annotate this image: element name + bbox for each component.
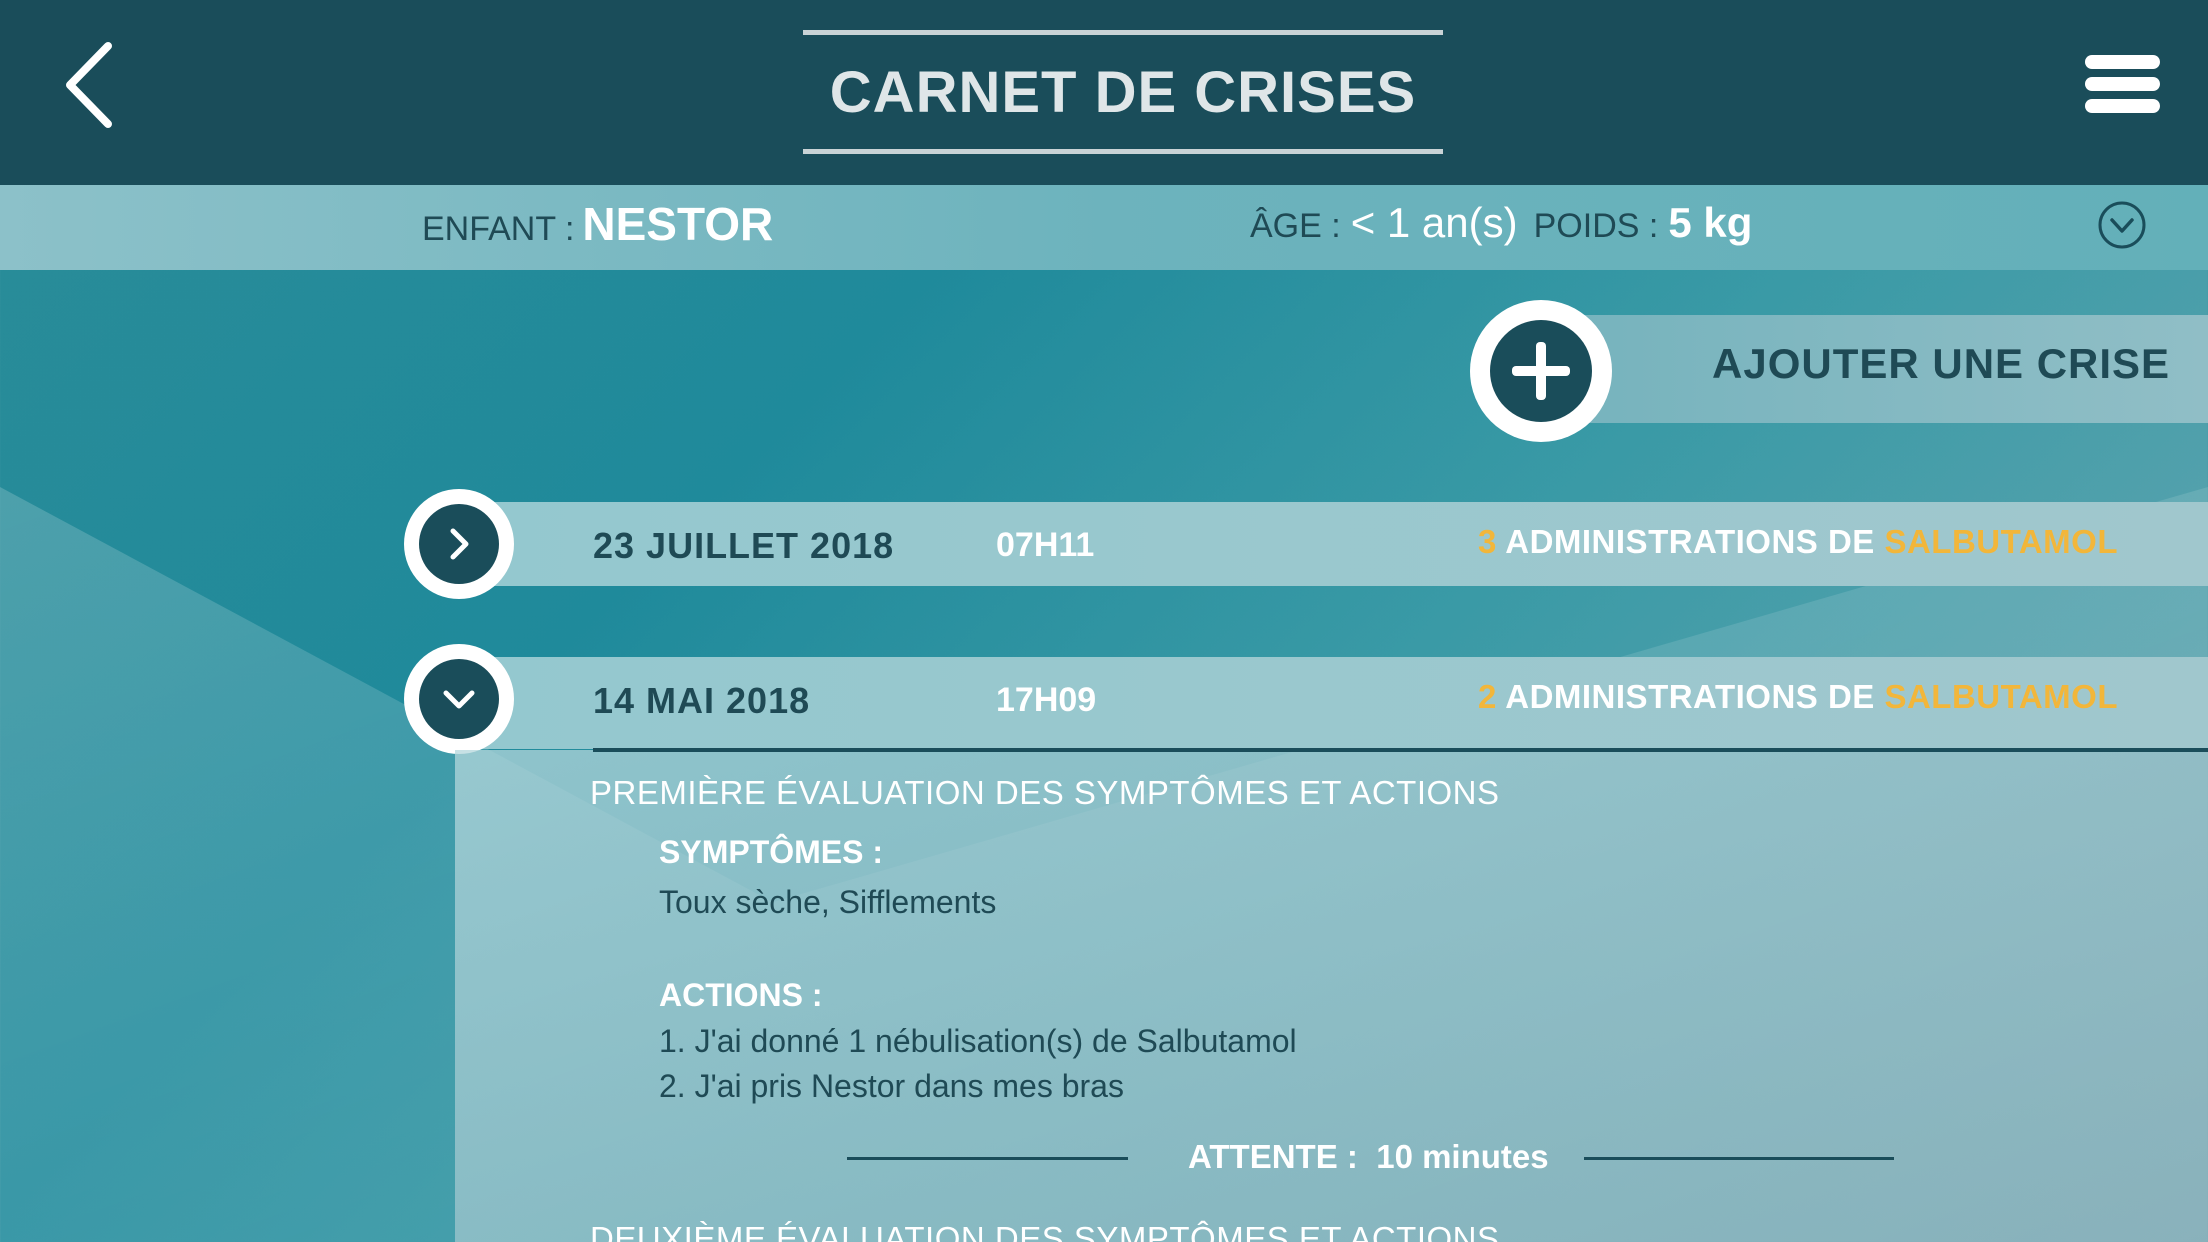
second-evaluation-title: DEUXIÈME ÉVALUATION DES SYMPTÔMES ET ACT… xyxy=(590,1220,1500,1242)
symptoms-label: SYMPTÔMES : xyxy=(659,834,884,870)
plus-circle-icon xyxy=(1490,320,1592,422)
chevron-right-icon xyxy=(450,528,469,560)
chevron-down-icon xyxy=(443,690,475,709)
age-weight-group: ÂGE : < 1 an(s) POIDS : 5 kg xyxy=(1250,199,1752,247)
wait-label: ATTENTE : xyxy=(1188,1138,1358,1175)
wait-info: ATTENTE : 10 minutes xyxy=(1188,1138,1549,1176)
expand-crisis-1-button[interactable] xyxy=(404,489,514,599)
actions-label: ACTIONS : xyxy=(659,977,823,1013)
child-name: NESTOR xyxy=(582,198,774,250)
crisis-administrations: 2 ADMINISTRATIONS DE SALBUTAMOL xyxy=(1478,678,2118,716)
crisis-time: 07H11 xyxy=(996,526,1095,564)
symptoms-value: Toux sèche, Sifflements xyxy=(659,884,997,920)
weight-label: POIDS : xyxy=(1533,207,1659,245)
age-value: < 1 an(s) xyxy=(1350,199,1518,246)
divider xyxy=(593,748,2208,752)
add-crisis-label[interactable]: AJOUTER UNE CRISE xyxy=(1712,340,2170,388)
wait-divider-right xyxy=(1584,1157,1894,1160)
crisis-date: 23 JUILLET 2018 xyxy=(593,525,895,566)
wait-divider-left xyxy=(847,1157,1128,1160)
administration-count: 2 xyxy=(1477,678,1497,715)
weight-value: 5 kg xyxy=(1668,199,1753,246)
child-name-group: ENFANT : NESTOR xyxy=(422,197,773,251)
drug-name: SALBUTAMOL xyxy=(1884,678,2118,715)
child-label: ENFANT : xyxy=(422,210,575,248)
back-button[interactable] xyxy=(50,35,130,135)
drug-name: SALBUTAMOL xyxy=(1884,523,2118,560)
menu-button[interactable] xyxy=(2085,55,2160,113)
chevron-left-icon xyxy=(66,42,112,128)
collapse-crisis-2-button[interactable] xyxy=(404,644,514,754)
page-title: CARNET DE CRISES xyxy=(803,30,1443,154)
action-item: 1. J'ai donné 1 nébulisation(s) de Salbu… xyxy=(659,1023,1297,1059)
app-header: CARNET DE CRISES xyxy=(0,0,2208,185)
crisis-date: 14 MAI 2018 xyxy=(593,680,811,721)
action-item: 2. J'ai pris Nestor dans mes bras xyxy=(659,1068,1124,1104)
crisis-time: 17H09 xyxy=(996,681,1097,719)
page-title-text: CARNET DE CRISES xyxy=(829,59,1417,125)
crisis-administrations: 3 ADMINISTRATIONS DE SALBUTAMOL xyxy=(1478,523,2118,561)
child-dropdown-button[interactable] xyxy=(2097,200,2147,250)
add-crisis-button[interactable] xyxy=(1470,300,1612,442)
administration-text: ADMINISTRATIONS DE xyxy=(1496,523,1885,560)
hamburger-menu-icon xyxy=(2085,55,2160,69)
wait-value: 10 minutes xyxy=(1376,1138,1549,1175)
first-evaluation-title: PREMIÈRE ÉVALUATION DES SYMPTÔMES ET ACT… xyxy=(590,774,1500,811)
age-label: ÂGE : xyxy=(1250,207,1341,245)
administration-count: 3 xyxy=(1477,523,1497,560)
child-info-bar: ENFANT : NESTOR ÂGE : < 1 an(s) POIDS : … xyxy=(0,185,2208,270)
chevron-down-circle-icon xyxy=(2098,201,2146,249)
administration-text: ADMINISTRATIONS DE xyxy=(1496,678,1885,715)
